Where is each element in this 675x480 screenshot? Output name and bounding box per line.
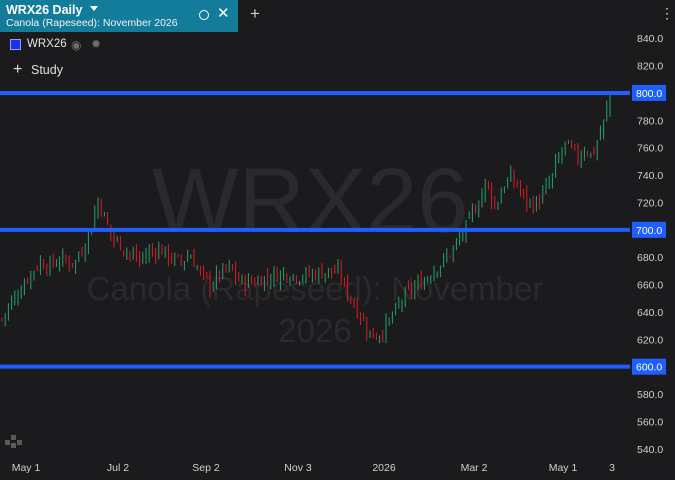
y-tick-label: 660.0 bbox=[637, 280, 663, 292]
gear-icon[interactable]: ✹ bbox=[91, 37, 101, 51]
x-tick-label: May 1 bbox=[12, 462, 41, 474]
horizontal-line-label: 800.0 bbox=[636, 88, 662, 100]
y-tick-label: 820.0 bbox=[637, 61, 663, 73]
legend-symbol[interactable]: WRX26 bbox=[27, 38, 67, 50]
plus-icon[interactable]: + bbox=[13, 61, 22, 79]
x-tick-label: Mar 2 bbox=[461, 462, 488, 474]
price-chart[interactable]: WRX26 Canola (Rapeseed): November 2026 8… bbox=[0, 0, 675, 480]
x-tick-label: Nov 3 bbox=[284, 462, 312, 474]
horizontal-line-label: 700.0 bbox=[636, 225, 662, 237]
y-tick-label: 720.0 bbox=[637, 197, 663, 209]
y-tick-label: 780.0 bbox=[637, 115, 663, 127]
time-axis[interactable]: May 1 Jul 2 Sep 2 Nov 3 2026 Mar 2 May 1 3 bbox=[12, 462, 615, 474]
eye-icon[interactable]: ◉ bbox=[71, 38, 81, 52]
x-tick-label: May 1 bbox=[549, 462, 578, 474]
watermark-line1: Canola (Rapeseed): November bbox=[87, 270, 544, 307]
y-tick-label: 840.0 bbox=[637, 33, 663, 45]
x-tick-label: Jul 2 bbox=[107, 462, 129, 474]
logo-icon bbox=[5, 435, 22, 448]
y-tick-label: 620.0 bbox=[637, 334, 663, 346]
horizontal-line-label: 600.0 bbox=[636, 362, 662, 374]
watermark-symbol: WRX26 bbox=[152, 150, 469, 252]
y-tick-label: 680.0 bbox=[637, 252, 663, 264]
add-study-button[interactable]: Study bbox=[31, 63, 63, 77]
y-tick-label: 580.0 bbox=[637, 389, 663, 401]
y-tick-label: 760.0 bbox=[637, 143, 663, 155]
y-tick-label: 740.0 bbox=[637, 170, 663, 182]
x-tick-label: Sep 2 bbox=[192, 462, 220, 474]
x-tick-label: 2026 bbox=[372, 462, 396, 474]
y-tick-label: 560.0 bbox=[637, 416, 663, 428]
symbol-color-swatch[interactable] bbox=[10, 39, 21, 50]
watermark-line2: 2026 bbox=[278, 312, 351, 349]
y-tick-label: 540.0 bbox=[637, 444, 663, 456]
y-tick-label: 640.0 bbox=[637, 307, 663, 319]
x-tick-label: 3 bbox=[609, 462, 615, 474]
